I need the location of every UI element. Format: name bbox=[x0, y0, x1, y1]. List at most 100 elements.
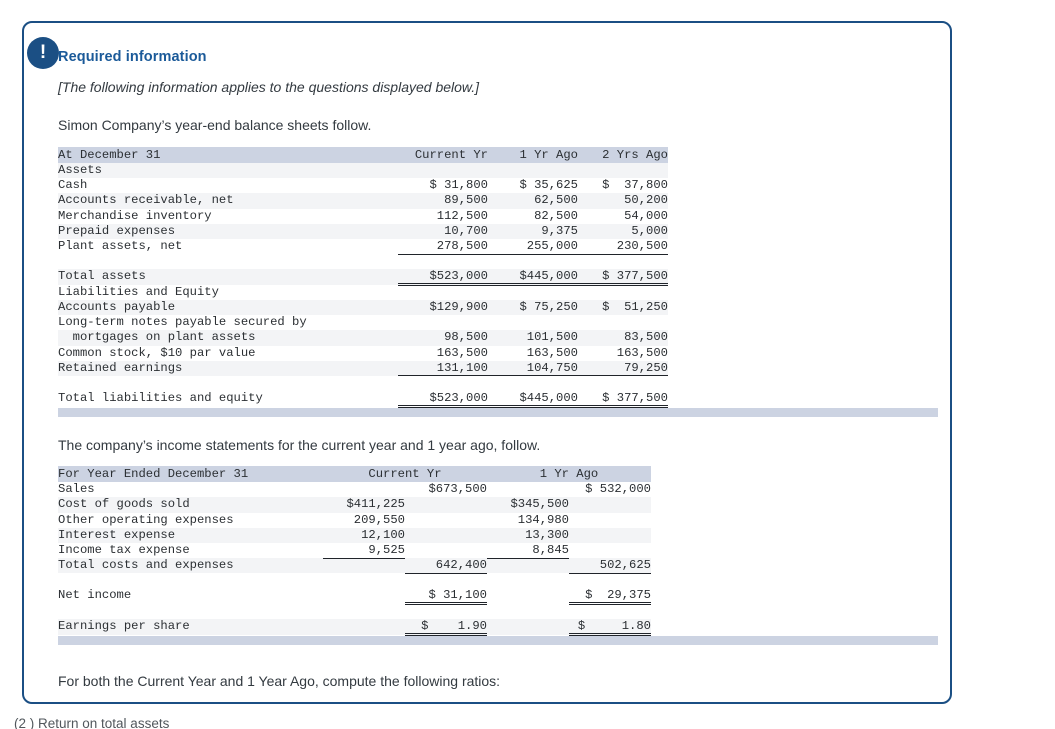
row-value-2: $ 31,100 bbox=[405, 588, 487, 606]
bs-header-col1: Current Yr bbox=[414, 148, 488, 162]
row-value-4: $ 532,000 bbox=[585, 482, 651, 497]
row-value-1 bbox=[323, 588, 405, 604]
row-value-1: 278,500 bbox=[398, 238, 488, 255]
row-value-2: 101,500 bbox=[526, 330, 578, 345]
row-value-1: 89,500 bbox=[444, 193, 488, 208]
cut-off-bottom-text: (2 ) Return on total assets bbox=[14, 716, 170, 729]
table-row: Prepaid expenses 10,700 9,375 5,000 bbox=[58, 223, 668, 239]
row-value-3: 5,000 bbox=[631, 223, 668, 238]
row-value-1 bbox=[323, 482, 405, 497]
row-value-4 bbox=[569, 528, 651, 543]
row-label: Cost of goods sold bbox=[58, 497, 190, 512]
balance-sheet-intro: Simon Company’s year-end balance sheets … bbox=[58, 117, 372, 133]
row-value-2: $ 1.90 bbox=[405, 619, 487, 637]
income-statement-body: Sales $673,500 $ 532,000 Cost of goods sold… bbox=[58, 482, 651, 637]
row-label: Accounts receivable, net bbox=[58, 193, 234, 208]
bs-header-col2: 1 Yr Ago bbox=[519, 148, 578, 162]
row-label: Total liabilities and equity bbox=[58, 391, 263, 406]
bs-header-label: At December 31 bbox=[58, 148, 161, 162]
row-value-3: $ 51,250 bbox=[602, 300, 668, 314]
row-value-3: $345,500 bbox=[510, 497, 569, 512]
row-value-1: $411,225 bbox=[346, 497, 405, 512]
row-value-2: 255,000 bbox=[488, 238, 578, 255]
row-value-3 bbox=[487, 558, 569, 573]
balance-sheet-footer-bar bbox=[58, 408, 938, 418]
row-label: mortgages on plant assets bbox=[58, 330, 256, 345]
row-value-1 bbox=[398, 163, 488, 178]
row-value-2: $445,000 bbox=[488, 391, 578, 409]
row-value-1: $523,000 bbox=[398, 269, 488, 287]
row-value-3: 83,500 bbox=[624, 330, 668, 345]
row-value-2: $ 75,250 bbox=[519, 300, 578, 314]
row-value-4: $ 1.80 bbox=[569, 619, 651, 637]
table-row: Net income $ 31,100 $ 29,375 bbox=[58, 588, 651, 606]
row-value-2 bbox=[405, 497, 487, 512]
table-row: Cost of goods sold $411,225 $345,500 bbox=[58, 497, 651, 513]
applies-to-note: [The following information applies to th… bbox=[58, 79, 480, 95]
table-spacer bbox=[58, 375, 668, 392]
row-value-1 bbox=[323, 558, 405, 573]
row-value-4: $ 29,375 bbox=[569, 588, 651, 606]
row-value-1: 209,550 bbox=[353, 512, 405, 527]
row-value-2 bbox=[488, 315, 578, 330]
compute-ratios-text: For both the Current Year and 1 Year Ago… bbox=[58, 673, 501, 690]
row-value-2: $ 35,625 bbox=[519, 178, 578, 193]
row-label: Liabilities and Equity bbox=[58, 284, 219, 299]
row-label: Long-term notes payable secured by bbox=[58, 315, 307, 330]
table-row: Cash $ 31,800 $ 35,625 $ 37,800 bbox=[58, 178, 668, 194]
table-spacer bbox=[58, 603, 651, 620]
row-value-1: $ 31,800 bbox=[429, 178, 488, 193]
row-value-2 bbox=[405, 543, 487, 558]
balance-sheet-wrapper: At December 31 Current Yr 1 Yr Ago 2 Yrs… bbox=[58, 147, 938, 418]
income-statement-intro: The company’s income statements for the … bbox=[58, 437, 541, 454]
row-label: Plant assets, net bbox=[58, 238, 183, 253]
row-value-3: 230,500 bbox=[578, 238, 668, 255]
row-label: Assets bbox=[58, 163, 102, 177]
panel-content: Required information [The following info… bbox=[58, 49, 938, 689]
row-value-1 bbox=[398, 315, 488, 330]
table-row: Accounts payable $129,900 $ 75,250 $ 51,250 bbox=[58, 300, 668, 316]
row-label: Prepaid expenses bbox=[58, 223, 176, 238]
row-label: Income tax expense bbox=[58, 542, 190, 557]
row-value-3 bbox=[487, 482, 569, 497]
page-root: ! Required information [The following in… bbox=[0, 0, 1055, 729]
row-value-1: 131,100 bbox=[398, 360, 488, 377]
row-label: Cash bbox=[58, 178, 88, 193]
row-value-1: $129,900 bbox=[429, 300, 488, 314]
required-information-panel: ! Required information [The following in… bbox=[22, 21, 952, 704]
row-label: Total assets bbox=[58, 269, 146, 284]
table-spacer bbox=[58, 573, 651, 589]
row-value-2 bbox=[488, 285, 578, 300]
income-statement-table: For Year Ended December 31 Current Yr 1 … bbox=[58, 466, 651, 637]
row-value-3: 163,500 bbox=[616, 345, 668, 360]
row-label: Net income bbox=[58, 588, 132, 603]
row-label: Accounts payable bbox=[58, 300, 176, 314]
row-value-1: 163,500 bbox=[436, 345, 488, 360]
table-row: Common stock, $10 par value 163,500 163,50… bbox=[58, 345, 668, 361]
row-value-2 bbox=[405, 528, 487, 543]
row-value-3: 8,845 bbox=[487, 542, 569, 559]
page-title: Required information bbox=[58, 49, 207, 65]
row-value-2: 163,500 bbox=[526, 345, 578, 360]
row-value-2: $673,500 bbox=[428, 482, 487, 497]
table-row: Retained earnings 131,100 104,750 79,250 bbox=[58, 360, 668, 377]
income-statement-header-row: For Year Ended December 31 Current Yr 1 … bbox=[58, 466, 651, 483]
row-label: Total costs and expenses bbox=[58, 558, 234, 573]
row-label: Earnings per share bbox=[58, 619, 190, 634]
is-header-label: For Year Ended December 31 bbox=[58, 467, 249, 482]
row-value-2 bbox=[405, 513, 487, 528]
row-value-3: 13,300 bbox=[525, 527, 569, 542]
row-value-3: 54,000 bbox=[624, 208, 668, 223]
row-value-4: 502,625 bbox=[569, 558, 651, 574]
row-label: Merchandise inventory bbox=[58, 208, 212, 223]
income-statement-footer-bar bbox=[58, 636, 938, 646]
row-value-4 bbox=[569, 513, 651, 528]
balance-sheet-body: Assets Cash $ 31,800 $ 35,625 $ 37,800 Accoun… bbox=[58, 163, 668, 409]
row-value-2: $445,000 bbox=[488, 269, 578, 287]
row-value-1: 98,500 bbox=[444, 330, 488, 345]
row-value-3 bbox=[578, 163, 668, 178]
is-header-current: Current Yr bbox=[368, 467, 442, 482]
table-row: Other operating expenses 209,550 134,980 bbox=[58, 512, 651, 528]
balance-sheet-table: At December 31 Current Yr 1 Yr Ago 2 Yrs… bbox=[58, 147, 668, 409]
table-row: Total costs and expenses 642,400 502,625 bbox=[58, 558, 651, 574]
